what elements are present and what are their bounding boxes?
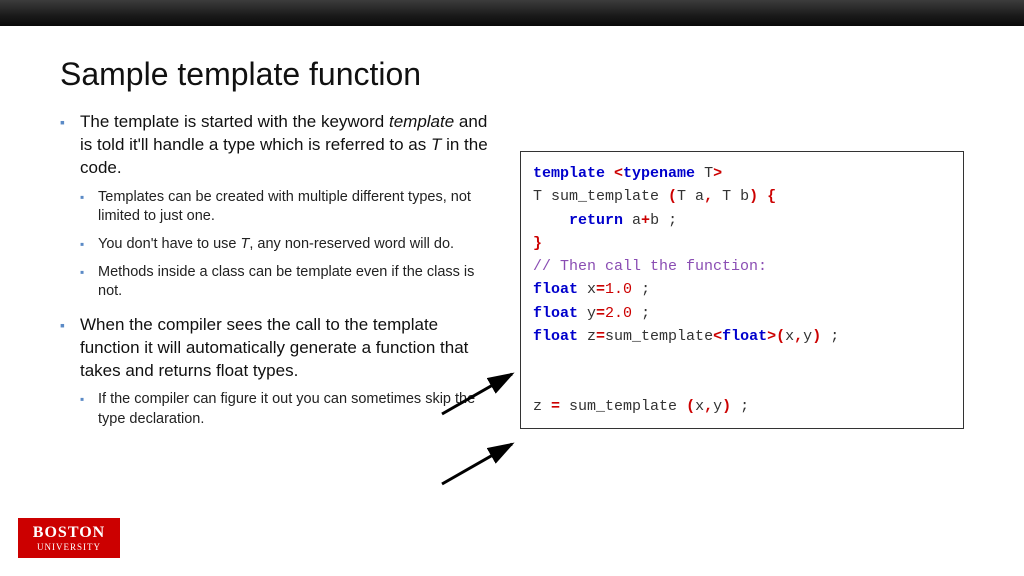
bullet-2: When the compiler sees the call to the t…: [60, 314, 490, 430]
bullet-1-sub-2: You don't have to use T, any non-reserve…: [80, 235, 490, 255]
bullet-1-sub-1: Templates can be created with multiple d…: [80, 188, 490, 227]
slide: Sample template function The template is…: [0, 26, 1024, 576]
code-column: template <typename T> T sum_template (T …: [490, 111, 964, 442]
top-bar: [0, 0, 1024, 26]
bullet-1-sub-3: Methods inside a class can be template e…: [80, 263, 490, 302]
bullet-1: The template is started with the keyword…: [60, 111, 490, 302]
logo-line-2: UNIVERSITY: [37, 543, 101, 552]
arrow-2: [438, 438, 520, 490]
logo-line-1: BOSTON: [33, 525, 105, 541]
boston-university-logo: BOSTON UNIVERSITY: [18, 518, 120, 558]
slide-title: Sample template function: [60, 56, 964, 93]
code-box: template <typename T> T sum_template (T …: [520, 151, 964, 429]
bullet-column: The template is started with the keyword…: [60, 111, 490, 442]
bullet-2-sub-1: If the compiler can figure it out you ca…: [80, 390, 490, 429]
